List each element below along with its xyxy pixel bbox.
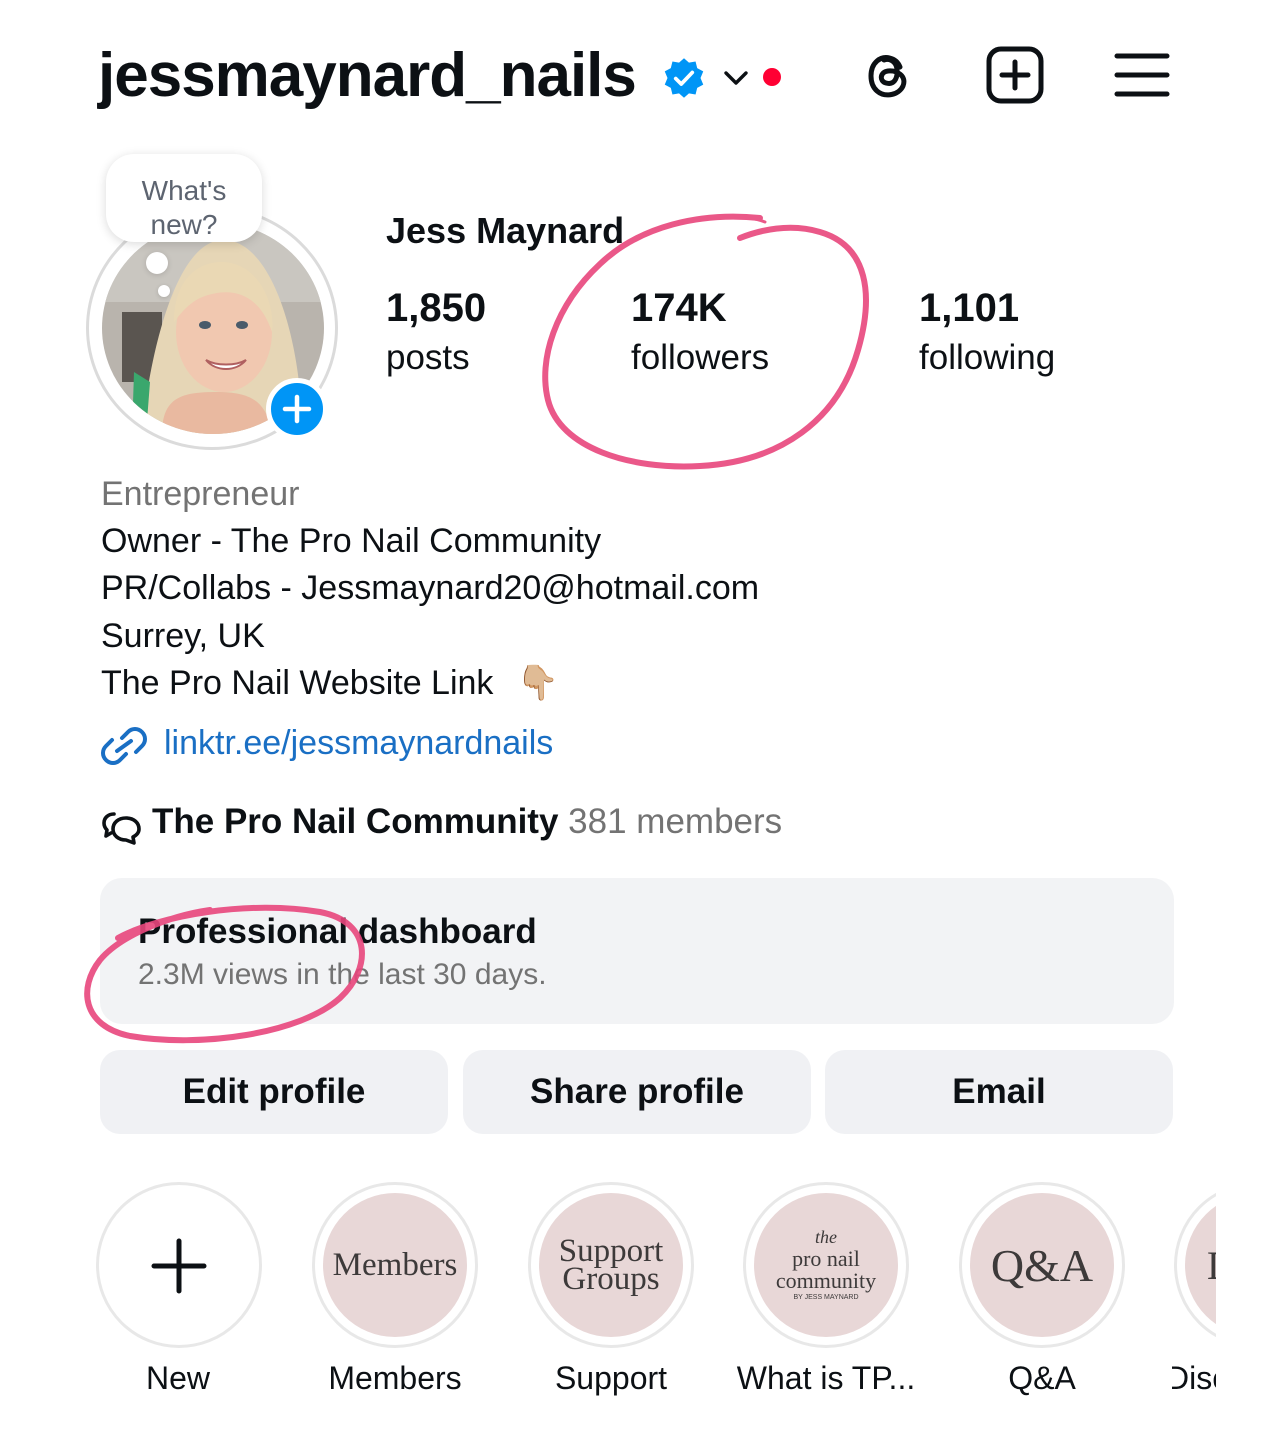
highlight-cover-text: BY JESS MAYNARD — [793, 1294, 859, 1301]
highlight-clip: D Disc — [1172, 1176, 1216, 1416]
highlight-new[interactable] — [96, 1182, 262, 1348]
note-bubble-tail — [146, 252, 168, 274]
highlight-label: Q&A — [1008, 1360, 1076, 1396]
highlight-label: Support — [554, 1360, 668, 1396]
posts-label[interactable]: posts — [386, 338, 470, 378]
share-profile-button[interactable]: Share profile — [463, 1050, 811, 1134]
notification-dot — [763, 68, 781, 86]
edit-profile-button[interactable]: Edit profile — [100, 1050, 448, 1134]
display-name: Jess Maynard — [386, 210, 625, 251]
note-bubble-tail — [158, 285, 170, 297]
bio-line: PR/Collabs - Jessmaynard20@hotmail.com — [101, 569, 760, 607]
community-name: The Pro Nail Community — [152, 802, 559, 841]
community-members: 381 members — [568, 802, 783, 841]
bio-category: Entrepreneur — [101, 475, 300, 513]
highlight-cover-text: pro nail — [792, 1246, 860, 1271]
highlight-label: Members — [328, 1360, 462, 1396]
following-label[interactable]: following — [919, 338, 1055, 378]
highlight-disc[interactable]: D — [1174, 1182, 1216, 1348]
highlight-label: New — [145, 1360, 210, 1396]
note-bubble-text: What's new? — [106, 174, 262, 242]
note-bubble-line: new? — [150, 209, 218, 240]
plus-icon — [151, 1238, 207, 1294]
highlight-label: What is TP... — [736, 1360, 916, 1396]
email-button[interactable]: Email — [825, 1050, 1173, 1134]
bio-line: Surrey, UK — [101, 617, 265, 655]
highlight-cover-text: Groups — [562, 1261, 660, 1297]
highlight-cover: the pro nail community BY JESS MAYNARD — [754, 1193, 898, 1337]
highlight-cover: Q&A — [970, 1193, 1114, 1337]
note-bubble-line: What's — [141, 175, 227, 206]
following-count[interactable]: 1,101 — [919, 286, 1019, 331]
highlight-support[interactable]: Support Groups — [528, 1182, 694, 1348]
threads-icon[interactable] — [858, 45, 918, 105]
chevron-down-icon[interactable] — [722, 64, 750, 92]
pointing-down-emoji: 👇🏼 — [516, 664, 560, 702]
community-chat-icon — [102, 812, 141, 845]
bio-link[interactable]: linktr.ee/jessmaynardnails — [164, 724, 553, 763]
followers-label[interactable]: followers — [631, 338, 769, 378]
posts-count[interactable]: 1,850 — [386, 286, 486, 331]
note-bubble[interactable]: What's new? — [106, 154, 262, 242]
bio-line: The Pro Nail Website Link 👇🏼 — [101, 663, 559, 703]
plus-icon — [282, 394, 312, 424]
highlight-cover: Support Groups — [539, 1193, 683, 1337]
highlight-qa[interactable]: Q&A — [959, 1182, 1125, 1348]
highlight-what-is-tpnc[interactable]: the pro nail community BY JESS MAYNARD — [743, 1182, 909, 1348]
create-post-icon[interactable] — [985, 45, 1045, 105]
add-story-button[interactable] — [266, 378, 328, 440]
highlight-cover-text: community — [775, 1268, 877, 1293]
highlight-members[interactable]: Members — [312, 1182, 478, 1348]
followers-count[interactable]: 174K — [631, 286, 727, 331]
dashboard-subtitle: 2.3M views in the last 30 days. — [138, 958, 547, 991]
link-icon — [101, 727, 147, 765]
bio-line: Owner - The Pro Nail Community — [101, 522, 602, 560]
highlight-cover-text: the — [815, 1227, 837, 1247]
profile-username[interactable]: jessmaynard_nails — [98, 40, 637, 112]
highlight-label: Disc — [1172, 1360, 1216, 1396]
verified-badge-icon — [664, 58, 704, 98]
highlight-cover: D — [1185, 1193, 1216, 1337]
bio-line-text: The Pro Nail Website Link — [101, 664, 494, 702]
menu-icon[interactable] — [1112, 45, 1172, 105]
dashboard-title: Professional dashboard — [138, 912, 537, 951]
community-link[interactable]: The Pro Nail Community 381 members — [152, 802, 782, 842]
highlight-cover: Members — [323, 1193, 467, 1337]
